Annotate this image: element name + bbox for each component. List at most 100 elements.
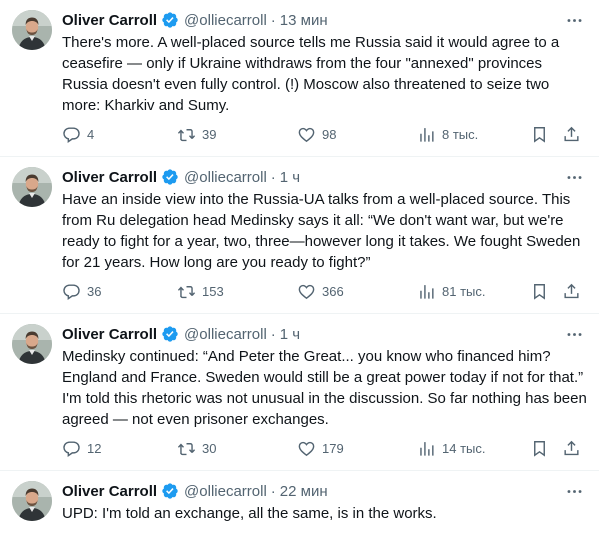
reply-count: 36 <box>87 283 102 299</box>
avatar-image-icon <box>12 324 52 364</box>
author-handle[interactable]: @olliecarroll <box>184 169 267 186</box>
tweet-thread: Oliver Carroll @olliecarroll · 13 мин Th… <box>0 0 599 536</box>
view-count: 8 тыс. <box>442 126 479 142</box>
action-bar: 12 30 179 14 тыс. <box>62 437 587 459</box>
tweet[interactable]: Oliver Carroll @olliecarroll · 1 ч Medin… <box>0 314 599 471</box>
verified-badge-icon <box>161 325 179 343</box>
heart-icon <box>298 441 315 456</box>
analytics-icon <box>420 127 434 142</box>
tweet-text: Have an inside view into the Russia-UA t… <box>62 191 581 271</box>
reply-count: 12 <box>87 440 102 456</box>
reply-count: 4 <box>87 126 95 142</box>
more-options-button[interactable] <box>563 480 585 502</box>
tweet-header: Oliver Carroll @olliecarroll · 1 ч <box>62 166 587 188</box>
separator-dot: · <box>270 168 276 186</box>
views-button[interactable]: 14 тыс. <box>417 439 530 458</box>
like-count: 366 <box>322 283 344 299</box>
author-name[interactable]: Oliver Carroll <box>62 169 157 186</box>
author-handle[interactable]: @olliecarroll <box>184 483 267 500</box>
more-icon <box>565 482 584 501</box>
tweet[interactable]: Oliver Carroll @olliecarroll · 1 ч Have … <box>0 157 599 314</box>
action-bar: 36 153 366 81 тыс. <box>62 280 587 302</box>
more-icon <box>565 325 584 344</box>
verified-badge-icon <box>161 11 179 29</box>
like-button[interactable]: 179 <box>297 439 417 458</box>
bookmark-button[interactable] <box>530 282 562 301</box>
view-count: 14 тыс. <box>442 440 486 456</box>
author-handle[interactable]: @olliecarroll <box>184 326 267 343</box>
heart-icon <box>298 284 315 299</box>
like-button[interactable]: 366 <box>297 282 417 301</box>
heart-icon <box>298 127 315 142</box>
author-handle[interactable]: @olliecarroll <box>184 12 267 29</box>
avatar[interactable] <box>12 167 52 207</box>
share-icon <box>564 440 579 455</box>
bookmark-icon <box>534 283 545 300</box>
reply-button[interactable]: 36 <box>62 282 177 301</box>
tweet-text: UPD: I'm told an exchange, all the same,… <box>62 505 437 522</box>
separator-dot: · <box>270 482 276 500</box>
retweet-button[interactable]: 30 <box>177 439 297 458</box>
more-icon <box>565 168 584 187</box>
bookmark-icon <box>534 126 545 143</box>
action-bar: 4 39 98 8 тыс. <box>62 123 587 145</box>
view-count: 81 тыс. <box>442 283 486 299</box>
retweet-icon <box>177 442 196 455</box>
tweet[interactable]: Oliver Carroll @olliecarroll · 13 мин Th… <box>0 0 599 157</box>
reply-icon <box>63 126 80 143</box>
reply-button[interactable]: 12 <box>62 439 177 458</box>
share-button[interactable] <box>562 282 582 301</box>
retweet-button[interactable]: 39 <box>177 125 297 144</box>
separator-dot: · <box>270 325 276 343</box>
avatar[interactable] <box>12 481 52 521</box>
views-button[interactable]: 8 тыс. <box>417 125 530 144</box>
more-options-button[interactable] <box>563 9 585 31</box>
tweet-text: Medinsky continued: “And Peter the Great… <box>62 348 587 428</box>
analytics-icon <box>420 441 434 456</box>
more-icon <box>565 11 584 30</box>
more-options-button[interactable] <box>563 166 585 188</box>
author-name[interactable]: Oliver Carroll <box>62 326 157 343</box>
tweet-text: There's more. A well-placed source tells… <box>62 34 560 114</box>
avatar-image-icon <box>12 10 52 50</box>
tweet-header: Oliver Carroll @olliecarroll · 1 ч <box>62 323 587 345</box>
like-count: 179 <box>322 440 344 456</box>
separator-dot: · <box>270 11 276 29</box>
like-button[interactable]: 98 <box>297 125 417 144</box>
bookmark-button[interactable] <box>530 125 562 144</box>
bookmark-button[interactable] <box>530 439 562 458</box>
avatar[interactable] <box>12 10 52 50</box>
author-name[interactable]: Oliver Carroll <box>62 12 157 29</box>
verified-badge-icon <box>161 482 179 500</box>
views-button[interactable]: 81 тыс. <box>417 282 530 301</box>
retweet-count: 39 <box>202 126 217 142</box>
like-count: 98 <box>322 126 337 142</box>
reply-icon <box>63 440 80 457</box>
avatar[interactable] <box>12 324 52 364</box>
retweet-count: 30 <box>202 440 217 456</box>
avatar-image-icon <box>12 481 52 521</box>
tweet-header: Oliver Carroll @olliecarroll · 22 мин <box>62 480 587 502</box>
analytics-icon <box>420 284 434 299</box>
share-icon <box>564 283 579 298</box>
share-button[interactable] <box>562 125 582 144</box>
tweet[interactable]: Oliver Carroll @olliecarroll · 22 мин UP… <box>0 471 599 536</box>
timestamp[interactable]: 13 мин <box>280 12 328 29</box>
tweet-header: Oliver Carroll @olliecarroll · 13 мин <box>62 9 587 31</box>
share-button[interactable] <box>562 439 582 458</box>
timestamp[interactable]: 1 ч <box>280 169 300 186</box>
bookmark-icon <box>534 440 545 457</box>
reply-button[interactable]: 4 <box>62 125 177 144</box>
reply-icon <box>63 283 80 300</box>
share-icon <box>564 126 579 141</box>
verified-badge-icon <box>161 168 179 186</box>
retweet-icon <box>177 128 196 141</box>
avatar-image-icon <box>12 167 52 207</box>
more-options-button[interactable] <box>563 323 585 345</box>
retweet-count: 153 <box>202 283 224 299</box>
retweet-button[interactable]: 153 <box>177 282 297 301</box>
timestamp[interactable]: 22 мин <box>280 483 328 500</box>
author-name[interactable]: Oliver Carroll <box>62 483 157 500</box>
retweet-icon <box>177 285 196 298</box>
timestamp[interactable]: 1 ч <box>280 326 300 343</box>
